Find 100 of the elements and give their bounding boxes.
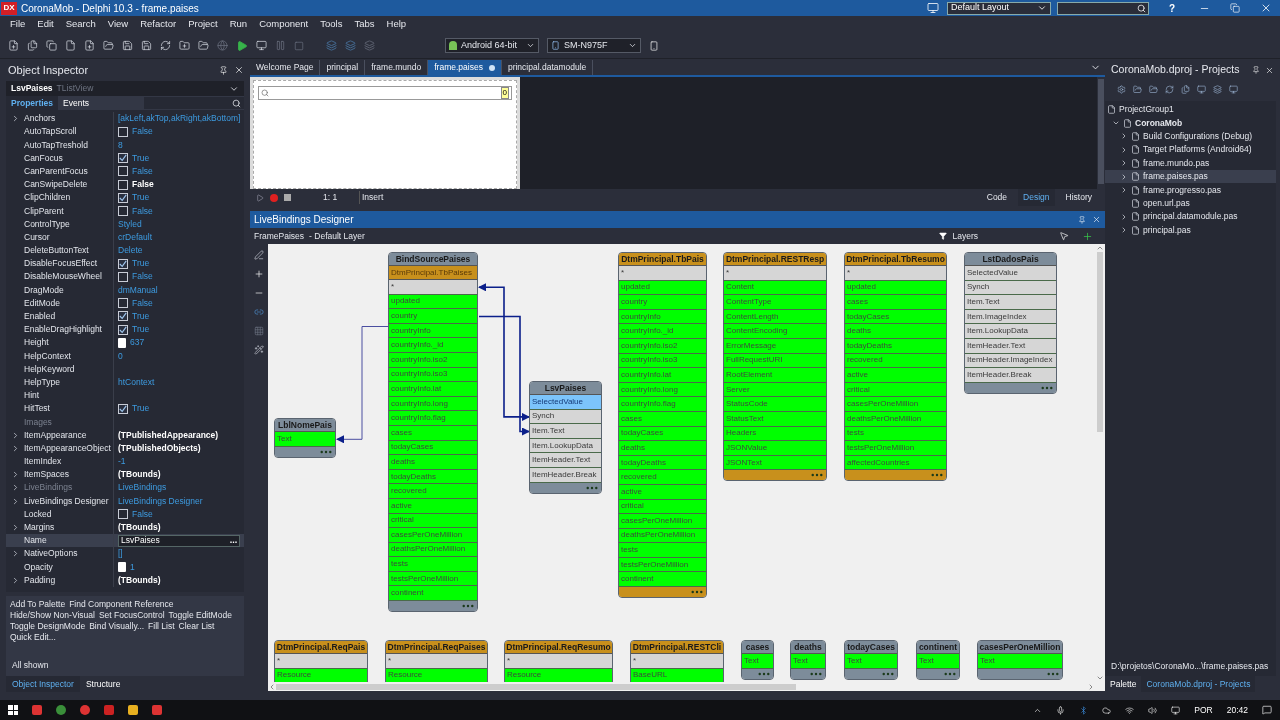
spin-icon[interactable] [118, 561, 126, 572]
panel-tab[interactable]: CoronaMob.dproj - Projects [1141, 676, 1256, 692]
editor-tab[interactable]: principal [320, 60, 366, 75]
search-field[interactable] [1057, 1, 1149, 15]
tree-item[interactable]: ProjectGroup1 [1105, 103, 1276, 117]
close-icon[interactable] [1092, 215, 1101, 224]
node-field[interactable]: deaths [619, 441, 706, 456]
tree-item[interactable]: Target Platforms (Android64) [1105, 143, 1276, 157]
help-button[interactable]: ? [1165, 0, 1179, 16]
node-field[interactable]: tests [389, 557, 477, 572]
action-link[interactable]: Bind Visually... [89, 621, 145, 632]
zoom-in-icon[interactable] [254, 269, 264, 279]
ellipsis-icon[interactable] [1047, 671, 1059, 676]
node-field[interactable]: countryInfo._id [389, 338, 477, 353]
ellipsis-icon[interactable] [811, 473, 823, 478]
checkbox[interactable] [118, 166, 128, 177]
checkbox[interactable] [118, 311, 128, 322]
clock[interactable]: 20:42 [1226, 703, 1248, 717]
node-card[interactable] [618, 252, 707, 599]
node-field[interactable]: Text [742, 654, 773, 669]
node-field[interactable]: countryInfo._id [619, 324, 706, 339]
node-field[interactable]: Text [275, 432, 335, 447]
menu-item[interactable]: View [101, 17, 135, 32]
node-card[interactable]: DtmPrincipal.RESTCli * BaseURL [630, 640, 724, 682]
ellipsis-icon[interactable] [810, 671, 822, 676]
editor-tab[interactable]: Welcome Page [250, 60, 321, 75]
checkbox[interactable] [118, 324, 128, 335]
scroll-down-icon[interactable] [1096, 674, 1104, 682]
toolbar-icon[interactable] [1229, 84, 1238, 94]
panel-tab[interactable]: Structure [79, 676, 127, 692]
toolbar-icon[interactable] [1213, 84, 1222, 94]
node-field[interactable]: ContentType [724, 295, 826, 310]
ellipsis-icon[interactable] [944, 671, 956, 676]
breadcrumb-item[interactable]: FramePaises [254, 229, 305, 243]
menu-item[interactable]: Search [59, 17, 102, 32]
editor-tab[interactable]: frame.paises [428, 60, 502, 75]
record-icon[interactable] [270, 193, 278, 202]
layers-button[interactable]: Layers [952, 229, 978, 243]
node-field[interactable]: testsPerOneMillion [845, 441, 946, 456]
ellipsis-icon[interactable] [586, 485, 598, 490]
action-link[interactable]: Toggle DesignMode [10, 621, 86, 632]
menu-item[interactable]: Component [253, 17, 315, 32]
copy-icon[interactable] [46, 40, 57, 51]
menu-item[interactable]: Edit [31, 17, 60, 32]
app-icon[interactable] [56, 705, 66, 715]
node-field[interactable]: RootElement [724, 368, 826, 383]
folder-icon[interactable] [198, 40, 209, 51]
close-icon[interactable] [1260, 2, 1272, 14]
node-field[interactable]: StatusCode [724, 397, 826, 412]
node-field[interactable]: country [389, 309, 477, 324]
node-card[interactable]: todayCases Text [844, 640, 898, 680]
app-icon[interactable] [104, 705, 114, 715]
checkbox[interactable] [118, 192, 128, 203]
action-link[interactable]: Quick Edit... [10, 632, 56, 643]
menu-item[interactable]: Help [380, 17, 413, 32]
tree-item[interactable]: frame.progresso.pas [1105, 183, 1276, 197]
editor-tab[interactable]: principal.datamodule [501, 60, 594, 75]
scrollbar[interactable] [1097, 77, 1105, 189]
node-card[interactable]: LstDadosPais SelectedValue Synch Item.Text Item.ImageIndex Item.LookupData ItemHeader.Text ItemHeader.ImageIndex ItemHeader.Break [964, 252, 1057, 394]
action-link[interactable]: Set FocusControl [98, 610, 165, 621]
node-field[interactable]: ContentEncoding [724, 324, 826, 339]
refresh-icon[interactable] [160, 40, 171, 51]
spin-icon[interactable] [118, 337, 126, 348]
node-card[interactable]: DtmPrincipal.ReqPais * Resource [274, 640, 368, 682]
action-link[interactable]: Fill List [148, 621, 175, 632]
cloud-icon[interactable] [1102, 705, 1112, 715]
node-card[interactable]: LblNomePais Text [274, 418, 336, 458]
node-card[interactable]: deaths Text [790, 640, 826, 680]
node-card[interactable]: DtmPrincipal.RESTResp * Content ContentType ContentLength ContentEncoding ErrorMessage FullRequestURI RootElement Server StatusCode StatusText Headers JSONValue JSONText [723, 252, 827, 482]
toolbar-icon[interactable] [1181, 84, 1190, 94]
checkbox[interactable] [118, 179, 128, 190]
breadcrumb-item[interactable]: - Default Layer [309, 229, 365, 243]
ellipsis-icon[interactable] [758, 671, 770, 676]
node-field[interactable]: casesPerOneMillion [389, 528, 477, 543]
node-card[interactable]: continent Text [916, 640, 960, 680]
node-field[interactable]: Text [791, 654, 825, 669]
node-field[interactable]: deaths [389, 455, 477, 470]
files-icon[interactable] [27, 40, 38, 51]
action-link[interactable]: Add To Palette [10, 599, 66, 610]
ellipsis-icon[interactable] [1041, 385, 1053, 390]
menu-item[interactable]: Tools [314, 17, 349, 32]
pin-icon[interactable] [1078, 215, 1086, 224]
menu-item[interactable]: Project [182, 17, 224, 32]
form-canvas[interactable]: 0 [253, 80, 517, 189]
node-field[interactable]: recovered [389, 484, 477, 499]
pen-icon[interactable] [254, 250, 264, 260]
ellipsis-icon[interactable] [462, 604, 474, 609]
menu-item[interactable]: Tabs [348, 17, 381, 32]
close-icon[interactable] [1265, 65, 1274, 75]
name-field[interactable]: LsvPaises ... [118, 534, 241, 547]
tree-item[interactable]: principal.pas [1105, 223, 1276, 237]
play-icon[interactable] [256, 193, 264, 202]
action-link[interactable]: Clear List [178, 621, 215, 632]
device-dropdown[interactable]: SM-N975F [547, 38, 641, 53]
tree-item[interactable]: frame.paises.pas [1105, 169, 1276, 184]
add-folder-icon[interactable] [179, 40, 190, 51]
node-field[interactable]: countryInfo.lat [619, 368, 706, 383]
ellipsis-icon[interactable] [931, 473, 943, 478]
wifi-icon[interactable] [1125, 705, 1135, 715]
tree-item[interactable]: open.url.pas [1105, 196, 1276, 211]
